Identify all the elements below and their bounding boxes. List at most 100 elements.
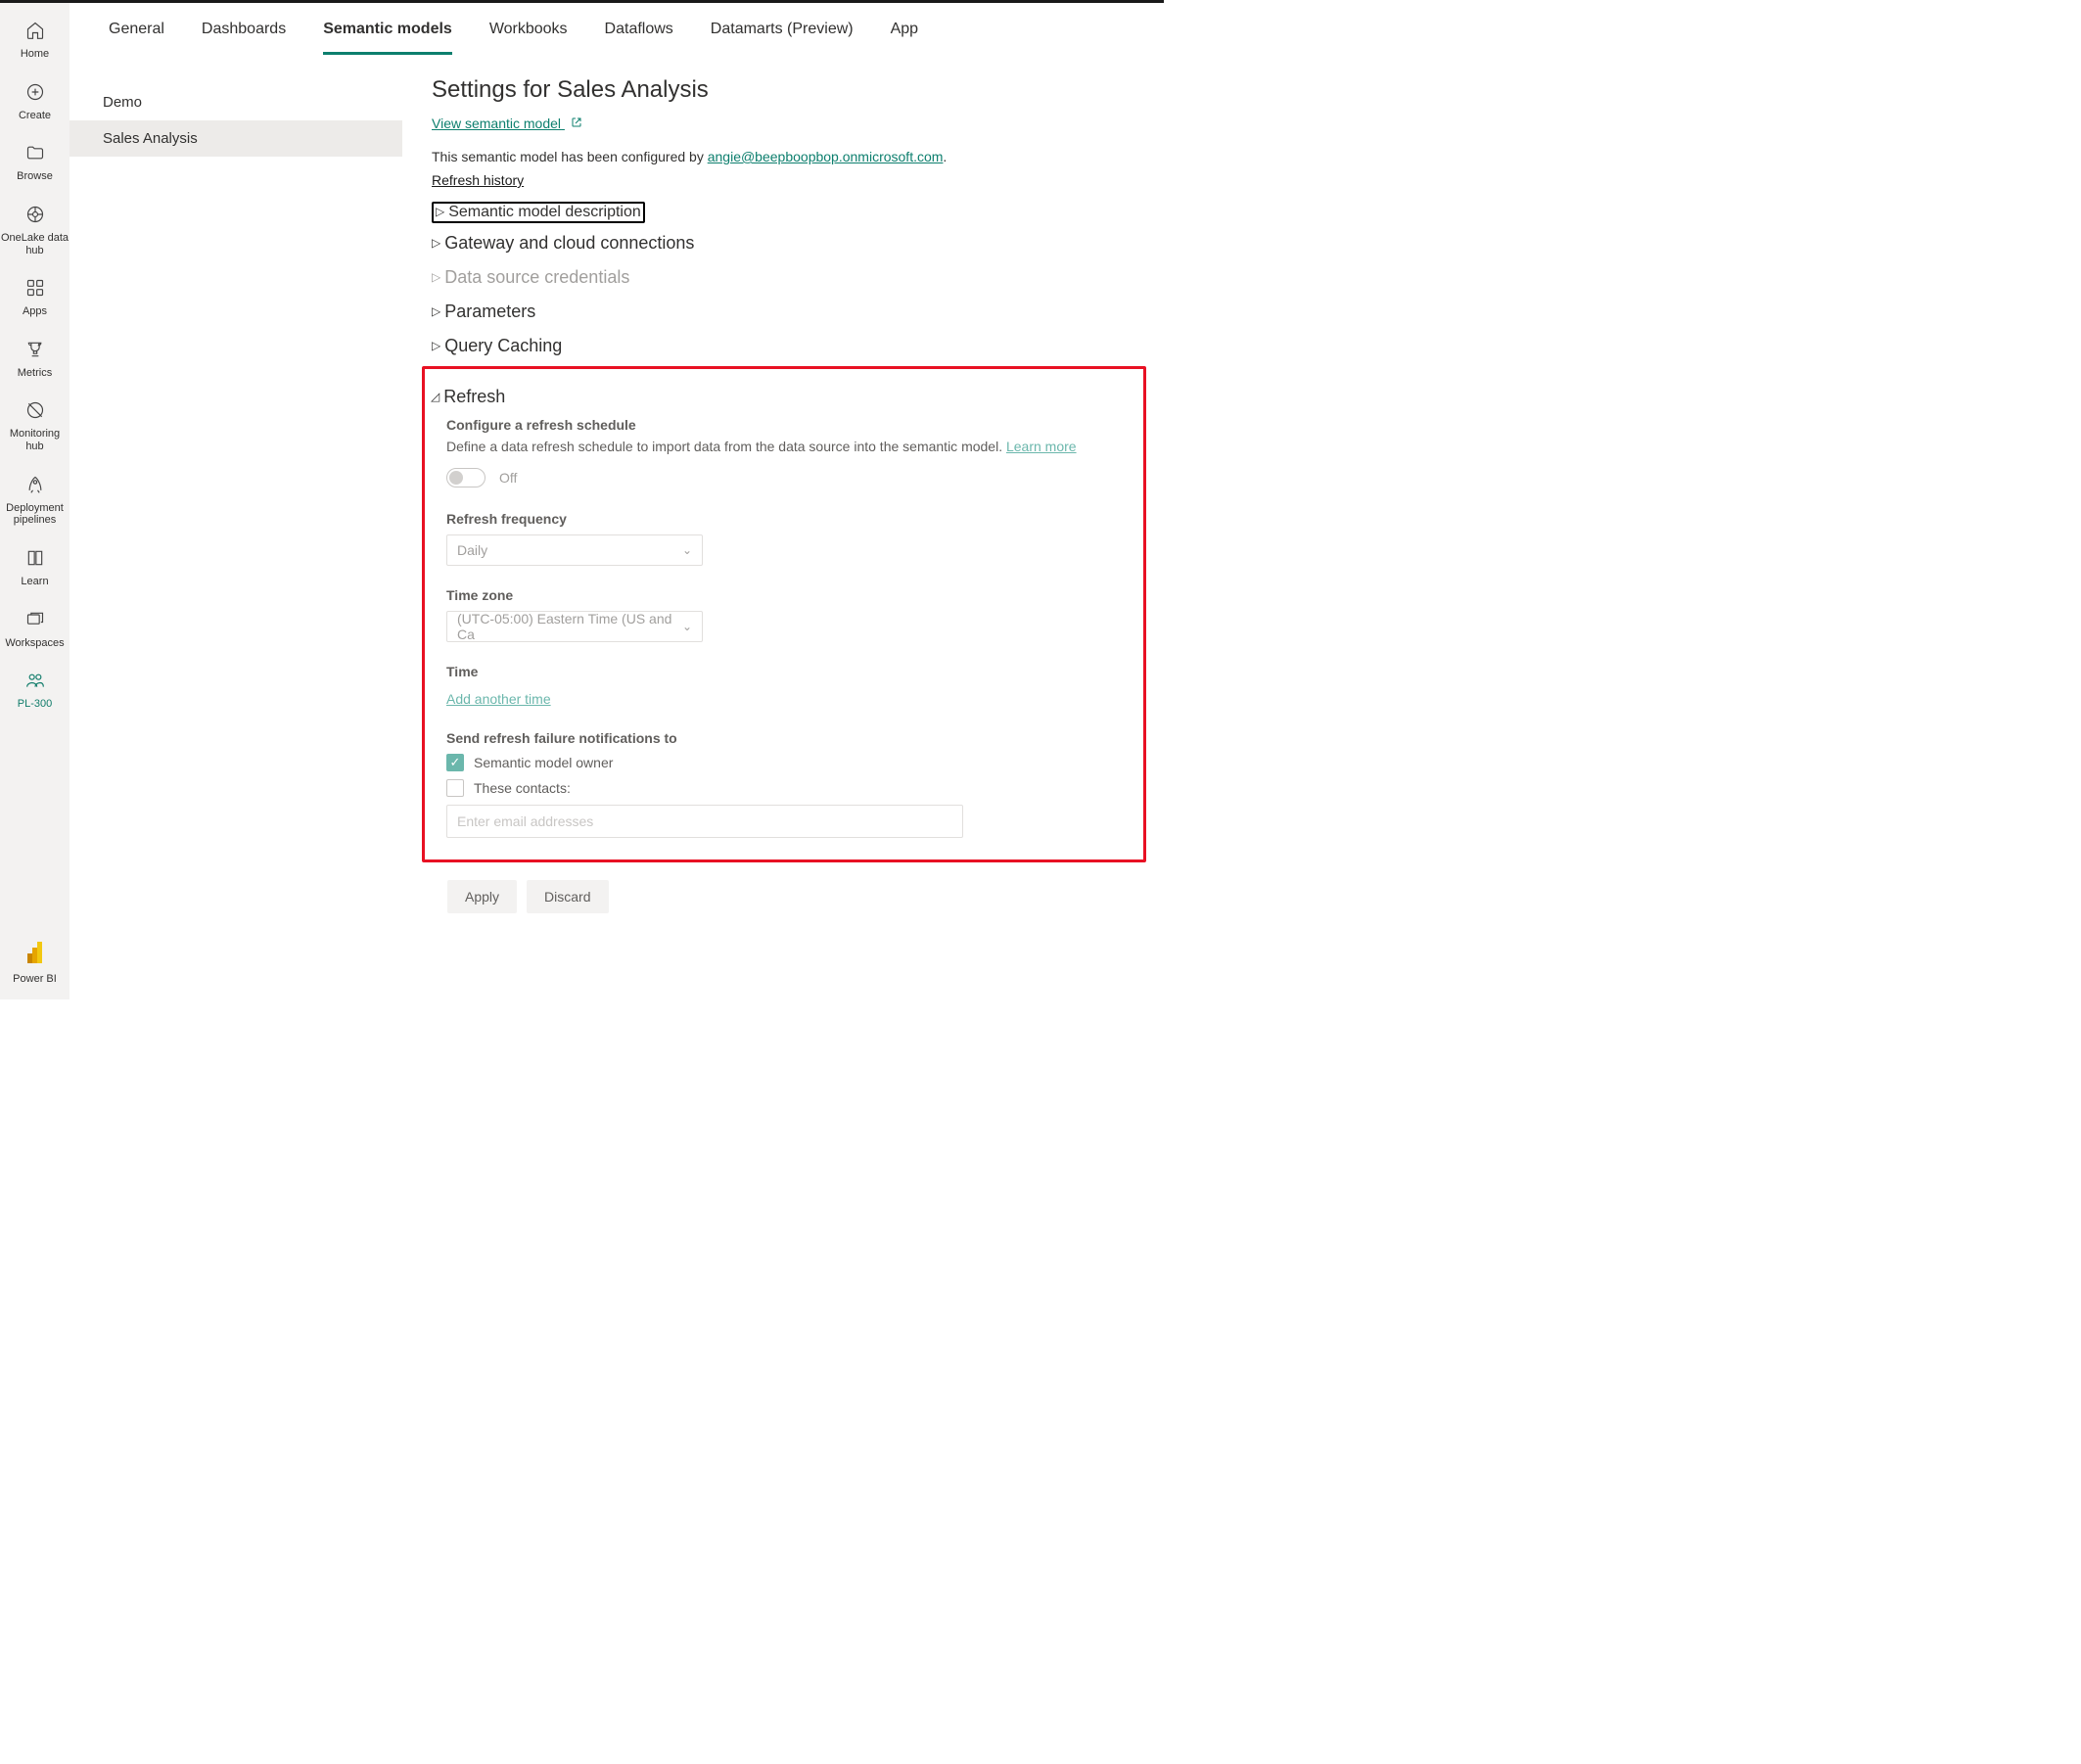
nav-monitoring[interactable]: Monitoring hub: [0, 391, 69, 464]
apply-button[interactable]: Apply: [447, 880, 517, 913]
left-nav: Home Create Browse OneLake data hub: [0, 3, 69, 999]
refresh-description: Define a data refresh schedule to import…: [446, 439, 1130, 454]
configured-suffix: .: [943, 149, 947, 164]
workspaces-icon: [25, 610, 45, 633]
refresh-toggle-state: Off: [499, 470, 517, 486]
expander-query-caching[interactable]: ▷ Query Caching: [432, 332, 1146, 360]
nav-deployment[interactable]: Deployment pipelines: [0, 465, 69, 538]
nav-browse[interactable]: Browse: [0, 133, 69, 195]
caret-right-icon: ▷: [436, 205, 444, 218]
nav-home[interactable]: Home: [0, 11, 69, 72]
nav-apps-label: Apps: [23, 305, 47, 318]
model-item-sales-analysis[interactable]: Sales Analysis: [69, 120, 402, 157]
nav-learn-label: Learn: [21, 576, 48, 588]
expander-credentials: ▷ Data source credentials: [432, 263, 1146, 292]
chevron-down-icon: ⌄: [682, 543, 692, 557]
expander-refresh[interactable]: ◿ Refresh: [431, 383, 1130, 411]
people-icon: [25, 671, 45, 694]
configured-prefix: This semantic model has been configured …: [432, 149, 708, 164]
contacts-email-placeholder: Enter email addresses: [457, 813, 593, 829]
nav-apps[interactable]: Apps: [0, 268, 69, 330]
frequency-select[interactable]: Daily ⌄: [446, 534, 703, 566]
monitor-icon: [25, 400, 45, 424]
nav-deployment-label: Deployment pipelines: [0, 502, 69, 527]
configured-email-link[interactable]: angie@beepboopbop.onmicrosoft.com: [708, 149, 944, 164]
apps-icon: [25, 278, 45, 302]
contacts-checkbox-label: These contacts:: [474, 780, 571, 796]
tab-general[interactable]: General: [109, 21, 164, 55]
expander-credentials-title: Data source credentials: [444, 267, 629, 288]
expander-parameters-title: Parameters: [444, 302, 535, 322]
caret-down-icon: ◿: [431, 390, 439, 403]
nav-create-label: Create: [19, 110, 51, 122]
timezone-value: (UTC-05:00) Eastern Time (US and Ca: [457, 611, 682, 642]
nav-workspaces[interactable]: Workspaces: [0, 600, 69, 662]
tab-workbooks[interactable]: Workbooks: [489, 21, 568, 55]
owner-checkbox-label: Semantic model owner: [474, 755, 613, 770]
settings-tabs: General Dashboards Semantic models Workb…: [69, 3, 1164, 55]
contacts-email-input[interactable]: Enter email addresses: [446, 805, 963, 838]
nav-metrics[interactable]: Metrics: [0, 330, 69, 392]
timezone-label: Time zone: [446, 587, 1130, 603]
home-icon: [25, 21, 45, 44]
nav-monitoring-label: Monitoring hub: [0, 428, 69, 452]
powerbi-icon: [27, 942, 43, 969]
caret-right-icon: ▷: [432, 339, 440, 352]
notify-label: Send refresh failure notifications to: [446, 730, 1130, 746]
timezone-select[interactable]: (UTC-05:00) Eastern Time (US and Ca ⌄: [446, 611, 703, 642]
owner-checkbox[interactable]: ✓: [446, 754, 464, 771]
nav-browse-label: Browse: [17, 170, 53, 183]
book-icon: [25, 548, 45, 572]
expander-parameters[interactable]: ▷ Parameters: [432, 298, 1146, 326]
rocket-icon: [25, 475, 45, 498]
caret-right-icon: ▷: [432, 236, 440, 250]
model-list: Demo Sales Analysis: [69, 55, 402, 999]
expander-gateway[interactable]: ▷ Gateway and cloud connections: [432, 229, 1146, 257]
configured-by-line: This semantic model has been configured …: [432, 149, 1146, 164]
nav-learn[interactable]: Learn: [0, 538, 69, 600]
nav-home-label: Home: [21, 48, 49, 61]
nav-powerbi-label: Power BI: [13, 973, 57, 986]
chevron-down-icon: ⌄: [682, 620, 692, 633]
expander-description[interactable]: ▷ Semantic model description: [432, 202, 645, 223]
trophy-icon: [25, 340, 45, 363]
refresh-toggle[interactable]: [446, 468, 486, 487]
refresh-desc-text: Define a data refresh schedule to import…: [446, 439, 1006, 454]
expander-refresh-title: Refresh: [443, 387, 505, 407]
nav-create[interactable]: Create: [0, 72, 69, 134]
nav-metrics-label: Metrics: [18, 367, 52, 380]
nav-workspaces-label: Workspaces: [5, 637, 64, 650]
view-model-link[interactable]: View semantic model: [432, 116, 582, 131]
discard-button[interactable]: Discard: [527, 880, 608, 913]
page-title: Settings for Sales Analysis: [432, 76, 1146, 104]
tab-dashboards[interactable]: Dashboards: [202, 21, 286, 55]
expander-description-title: Semantic model description: [448, 204, 641, 221]
refresh-section-highlight: ◿ Refresh Configure a refresh schedule D…: [422, 366, 1146, 862]
tab-semantic-models[interactable]: Semantic models: [323, 21, 452, 55]
tab-datamarts[interactable]: Datamarts (Preview): [711, 21, 854, 55]
tab-dataflows[interactable]: Dataflows: [605, 21, 673, 55]
refresh-history-link[interactable]: Refresh history: [432, 172, 524, 188]
plus-circle-icon: [25, 82, 45, 106]
expander-query-caching-title: Query Caching: [444, 336, 562, 356]
caret-right-icon: ▷: [432, 304, 440, 318]
time-label: Time: [446, 664, 1130, 679]
nav-workspace-pl300[interactable]: PL-300: [0, 661, 69, 722]
refresh-subtitle: Configure a refresh schedule: [446, 417, 1130, 433]
model-item-demo[interactable]: Demo: [69, 84, 402, 120]
learn-more-link[interactable]: Learn more: [1006, 439, 1077, 454]
caret-right-icon: ▷: [432, 270, 440, 284]
frequency-label: Refresh frequency: [446, 511, 1130, 527]
nav-onelake-label: OneLake data hub: [0, 232, 69, 256]
nav-onelake[interactable]: OneLake data hub: [0, 195, 69, 268]
expander-gateway-title: Gateway and cloud connections: [444, 233, 694, 254]
contacts-checkbox[interactable]: [446, 779, 464, 797]
settings-content: Settings for Sales Analysis View semanti…: [402, 55, 1164, 999]
view-model-link-text: View semantic model: [432, 116, 561, 131]
nav-powerbi[interactable]: Power BI: [0, 932, 69, 990]
datahub-icon: [25, 205, 45, 228]
frequency-value: Daily: [457, 542, 487, 558]
tab-app[interactable]: App: [891, 21, 918, 55]
nav-workspace-pl300-label: PL-300: [18, 698, 52, 711]
add-time-link[interactable]: Add another time: [446, 691, 551, 707]
